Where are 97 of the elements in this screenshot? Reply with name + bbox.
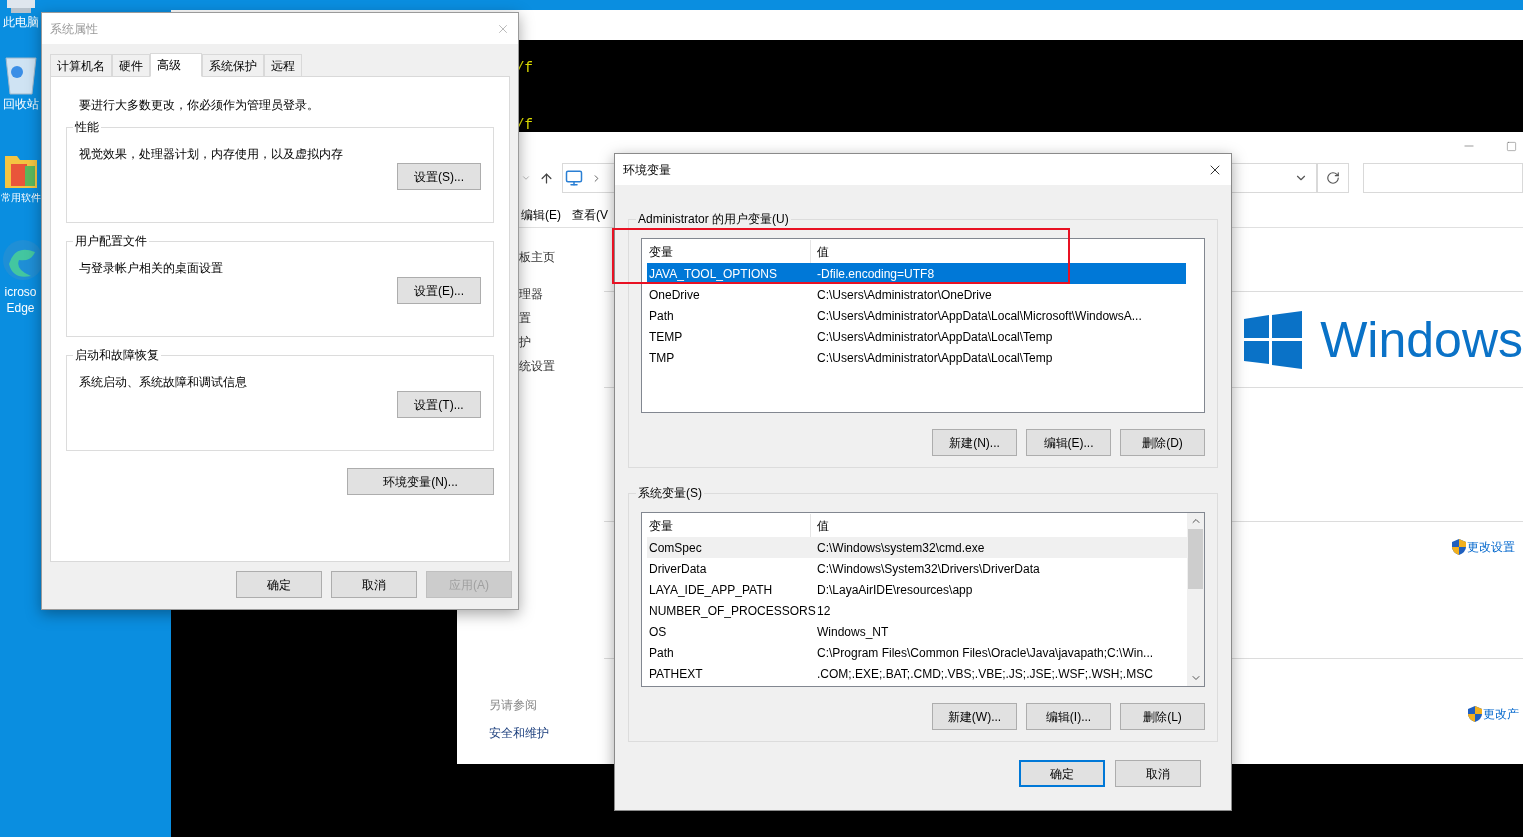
desktop-icon-label[interactable]: 回收站	[2, 96, 39, 112]
group-title: Administrator 的用户变量(U)	[637, 211, 790, 228]
variable-row[interactable]: DriverData C:\Windows\System32\Drivers\DriverData	[647, 558, 1187, 579]
variable-name: Path	[648, 644, 675, 662]
tab[interactable]: 远程	[264, 54, 302, 76]
variable-value: -Dfile.encoding=UTF8	[816, 265, 935, 283]
group-description: 与登录帐户相关的桌面设置	[79, 260, 224, 277]
variable-name: Path	[648, 307, 675, 325]
variable-value: Windows_NT	[816, 623, 889, 641]
group-title: 用户配置文件	[74, 233, 148, 250]
sidebar-link[interactable]: 护	[519, 333, 605, 351]
variable-row[interactable]: OS Windows_NT	[647, 621, 1187, 642]
sidebar-link[interactable]: 置	[519, 309, 605, 327]
variable-value: C:\Users\Administrator\AppData\Local\Microsoft\WindowsA...	[816, 307, 1142, 325]
sidebar-link[interactable]: 理器	[519, 285, 605, 303]
variable-row[interactable]: PATHEXT .COM;.EXE;.BAT;.CMD;.VBS;.VBE;.JS;.JSE;.WSF;.WSH;.MSC	[647, 663, 1187, 684]
tab[interactable]: 计算机名	[50, 54, 112, 76]
variables-list[interactable]	[641, 512, 1205, 687]
dialog-button[interactable]: 取消	[1115, 760, 1201, 787]
windows-logo-icon	[1244, 310, 1303, 369]
variable-row[interactable]: Path C:\Users\Administrator\AppData\Local\Microsoft\WindowsA...	[647, 305, 1186, 326]
list-action-button[interactable]: 新建(W)...	[932, 703, 1017, 730]
desktop-icon-label[interactable]: 常用软件	[0, 190, 41, 206]
refresh-icon	[1326, 171, 1340, 185]
list-action-button[interactable]: 新建(N)...	[932, 429, 1017, 456]
variable-value: C:\Users\Administrator\AppData\Local\Temp	[816, 349, 1053, 367]
variable-name: LAYA_IDE_APP_PATH	[648, 581, 774, 599]
recent-locations-icon[interactable]	[521, 173, 531, 183]
variable-row[interactable]: JAVA_TOOL_OPTIONS -Dfile.encoding=UTF8	[647, 263, 1186, 284]
change-settings-link[interactable]: 更改设置	[1452, 538, 1523, 556]
list-action-button[interactable]: 编辑(E)...	[1026, 429, 1111, 456]
change-link[interactable]: 更改产	[1468, 705, 1523, 723]
variable-name: TMP	[648, 349, 676, 367]
variable-name: ComSpec	[648, 539, 703, 557]
shield-icon	[1452, 539, 1467, 555]
variable-value: C:\Users\Administrator\AppData\Local\Temp	[816, 328, 1053, 346]
see-also-link[interactable]: 安全和维护	[489, 724, 605, 742]
variable-row[interactable]: ComSpec C:\Windows\system32\cmd.exe	[647, 537, 1187, 558]
variable-value: C:\Users\Administrator\OneDrive	[816, 286, 992, 304]
variable-name: TEMP	[648, 328, 684, 346]
group-description: 系统启动、系统故障和调试信息	[79, 374, 248, 391]
variable-row[interactable]: Path C:\Program Files\Common Files\Oracle\Java\javapath;C:\Win...	[647, 642, 1187, 663]
variable-name: DriverData	[648, 560, 708, 578]
settings-button[interactable]: 设置(T)...	[397, 391, 481, 418]
variable-name: OneDrive	[648, 286, 701, 304]
list-action-button[interactable]: 删除(L)	[1120, 703, 1205, 730]
tab[interactable]: 系统保护	[202, 54, 264, 76]
settings-button[interactable]: 设置(E)...	[397, 277, 481, 304]
dialog-button[interactable]: 确定	[1019, 760, 1105, 787]
group-title: 启动和故障恢复	[74, 347, 160, 364]
variable-row[interactable]: NUMBER_OF_PROCESSORS 12	[647, 600, 1187, 621]
variable-value: C:\Program Files\Common Files\Oracle\Java\javapath;C:\Win...	[816, 644, 1154, 662]
scrollbar[interactable]	[1187, 513, 1204, 686]
desktop-icon-label[interactable]: icroso	[4, 284, 37, 300]
variable-value: D:\LayaAirIDE\resources\app	[816, 581, 973, 599]
maximize-icon[interactable]	[1506, 140, 1517, 152]
variable-row[interactable]: OneDrive C:\Users\Administrator\OneDrive	[647, 284, 1186, 305]
sidebar-link[interactable]: 统设置	[519, 357, 605, 375]
column-header[interactable]: 值	[811, 240, 1186, 263]
window-title: 环境变量	[623, 161, 671, 179]
menu-item[interactable]: 查看(V	[572, 206, 608, 227]
settings-button[interactable]: 设置(S)...	[397, 163, 481, 190]
dialog-button[interactable]: 确定	[236, 571, 322, 598]
variable-name: OS	[648, 623, 668, 641]
dialog-button[interactable]: 取消	[331, 571, 417, 598]
tab[interactable]: 高级	[150, 53, 202, 77]
tab[interactable]: 硬件	[112, 54, 150, 76]
shield-icon	[1468, 706, 1483, 722]
computer-icon	[565, 169, 583, 187]
menu-item[interactable]: 编辑(E)	[521, 206, 561, 227]
variable-row[interactable]: TMP C:\Users\Administrator\AppData\Local\Temp	[647, 347, 1186, 368]
variable-row[interactable]: LAYA_IDE_APP_PATH D:\LayaAirIDE\resources\app	[647, 579, 1187, 600]
desktop-icon-label[interactable]: 此电脑	[2, 14, 39, 30]
group-description: 视觉效果，处理器计划，内存使用，以及虚拟内存	[79, 146, 344, 163]
variable-value: C:\Windows\system32\cmd.exe	[816, 539, 985, 557]
search-field[interactable]	[1363, 163, 1523, 193]
windows-logo-text: Windows	[1320, 314, 1523, 365]
see-also-heading: 另请参阅	[489, 697, 538, 714]
column-header[interactable]: 值	[811, 514, 1187, 537]
variable-value: C:\Windows\System32\Drivers\DriverData	[816, 560, 1040, 578]
variable-value: .COM;.EXE;.BAT;.CMD;.VBS;.VBE;.JS;.JSE;.WSF;.WSH;.MSC	[816, 665, 1153, 683]
refresh-button[interactable]	[1317, 163, 1349, 193]
env-variables-button[interactable]: 环境变量(N)...	[347, 468, 494, 495]
variable-name: PATHEXT	[648, 665, 704, 683]
sidebar-link[interactable]: 板主页	[519, 248, 605, 266]
group-title: 系统变量(S)	[637, 485, 703, 502]
admin-notice: 要进行大多数更改，你必须作为管理员登录。	[79, 97, 320, 114]
group-title: 性能	[74, 119, 100, 136]
window-title: 系统属性	[50, 20, 98, 38]
variable-value: 12	[816, 602, 831, 620]
scrollbar-thumb[interactable]	[1188, 529, 1203, 589]
desktop-icon-label[interactable]: Edge	[6, 300, 35, 316]
variable-row[interactable]: TEMP C:\Users\Administrator\AppData\Local\Temp	[647, 326, 1186, 347]
variables-list[interactable]	[641, 238, 1205, 413]
variable-name: JAVA_TOOL_OPTIONS	[648, 265, 779, 283]
list-action-button[interactable]: 删除(D)	[1120, 429, 1205, 456]
list-action-button[interactable]: 编辑(I)...	[1026, 703, 1111, 730]
